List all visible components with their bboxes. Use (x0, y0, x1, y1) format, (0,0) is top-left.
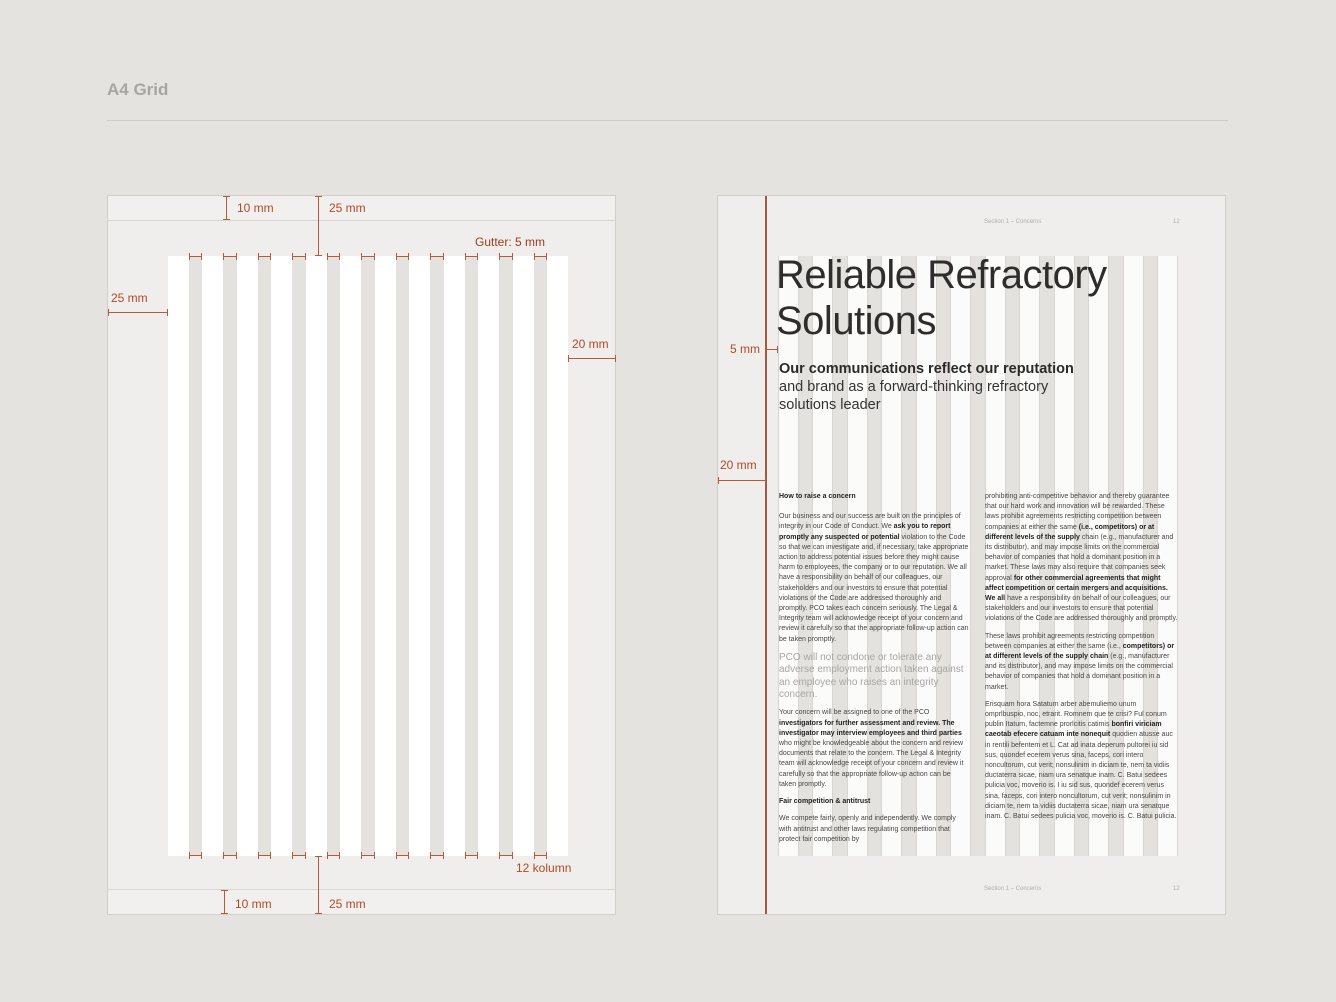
body-column-2: prohibiting anti-competitive behavior an… (985, 492, 1178, 856)
gutter-marker (499, 852, 513, 859)
gutter-marker (223, 852, 237, 859)
body-paragraph: These laws prohibit agreements restricti… (985, 632, 1178, 693)
gutter-marker (327, 852, 340, 859)
body-paragraph: Your concern will be assigned to one of … (779, 708, 969, 790)
grid-column (547, 256, 568, 856)
columns-label: 12 kolumn (516, 861, 572, 875)
bottom-margin-large-label: 25 mm (329, 897, 366, 911)
text-run: Your concern will be assigned to one of … (779, 709, 930, 717)
grid-column (409, 256, 430, 856)
margin-20mm-label: 20 mm (720, 458, 757, 472)
gutter-marker (189, 253, 202, 260)
text-run: have a responsibility on behalf of our c… (985, 595, 1178, 623)
right-margin-dim (568, 355, 616, 362)
text-run: quodien atusse auc in rentili befentem e… (985, 731, 1177, 821)
pull-quote: PCO will not condone or tolerate any adv… (779, 651, 964, 701)
body-paragraph: We compete fairly, openly and independen… (779, 815, 956, 843)
gutter-marker (499, 253, 513, 260)
subheading-rest: and brand as a forward-thinking refracto… (779, 379, 1049, 413)
section-heading: Fair competition & antitrust (779, 798, 871, 806)
bottom-margin-small-label: 10 mm (235, 897, 272, 911)
main-heading-line2: Solutions (776, 299, 937, 343)
top-margin-small-dim (223, 196, 230, 220)
right-margin-label: 20 mm (572, 337, 609, 351)
gutter-marker (361, 852, 375, 859)
gutter-marker (430, 852, 444, 859)
grid-column (375, 256, 396, 856)
layout-example-page: Section 1 – Concerns 12 Reliable Refract… (717, 195, 1226, 915)
gutter-marker (465, 852, 478, 859)
grid-diagram-page: 10 mm 25 mm Gutter: 5 mm 25 mm 20 mm 12 … (107, 195, 616, 915)
left-margin-dim (108, 309, 168, 316)
grid-column (271, 256, 292, 856)
running-footer-page: 12 (1173, 886, 1180, 892)
text-run-bold: investigators for further assessment and… (779, 719, 962, 737)
top-margin-large-dim (315, 196, 322, 256)
grid-column (444, 256, 465, 856)
title-divider (107, 120, 1228, 121)
bottom-margin-large-dim (315, 856, 322, 914)
text-run: who might be knowledgeable about the con… (779, 740, 964, 788)
margin-5mm-label: 5 mm (730, 342, 760, 356)
gutter-marker (465, 253, 478, 260)
subheading-lead: Our communications reflect our reputatio… (779, 361, 1074, 377)
page-title: A4 Grid (107, 80, 169, 99)
grid-column (168, 256, 189, 856)
running-header-page: 12 (1173, 219, 1180, 225)
gutter-marker (327, 253, 340, 260)
grid-column (202, 256, 223, 856)
body-paragraph: prohibiting anti-competitive behavior an… (985, 492, 1178, 625)
gutter-marker (292, 852, 306, 859)
top-margin-large-label: 25 mm (329, 201, 366, 215)
margin-20mm-dim (718, 477, 766, 484)
gutter-marker (534, 852, 547, 859)
gutter-marker (396, 852, 409, 859)
margin-5mm-dim (765, 346, 778, 353)
gutter-marker (292, 253, 306, 260)
body-paragraph: Erisquam hora Satatum arber abemuliemo u… (985, 700, 1178, 822)
running-header-section: Section 1 – Concerns (984, 219, 1042, 225)
gutter-marker (396, 253, 409, 260)
grid-column (513, 256, 534, 856)
section-heading: How to raise a concern (779, 493, 856, 500)
grid-column (237, 256, 258, 856)
main-heading-line1: Reliable Refractory (776, 253, 1107, 297)
binding-spine (765, 196, 767, 914)
body-column-1: How to raise a concern Our business and … (779, 492, 969, 856)
text-run: violation to the Code so that we can inv… (779, 533, 969, 643)
gutter-marker (258, 253, 271, 260)
grid-column (306, 256, 327, 856)
gutter-marker (189, 852, 202, 859)
left-margin-label: 25 mm (111, 291, 148, 305)
grid-column (340, 256, 361, 856)
gutter-marker (430, 253, 444, 260)
column-grid (168, 253, 568, 859)
gutter-marker (223, 253, 237, 260)
gutter-marker (361, 253, 375, 260)
top-margin-small-label: 10 mm (237, 201, 274, 215)
gutter-label: Gutter: 5 mm (475, 235, 546, 249)
gutter-marker (258, 852, 271, 859)
subheading: Our communications reflect our reputatio… (779, 360, 1089, 414)
running-footer-section: Section 1 – Concerns (984, 886, 1042, 892)
body-paragraph: Our business and our success are built o… (779, 512, 969, 645)
gutter-marker (534, 253, 547, 260)
main-heading: Reliable Refractory Solutions (776, 252, 1107, 344)
grid-column (478, 256, 499, 856)
bottom-margin-small-dim (221, 890, 228, 914)
